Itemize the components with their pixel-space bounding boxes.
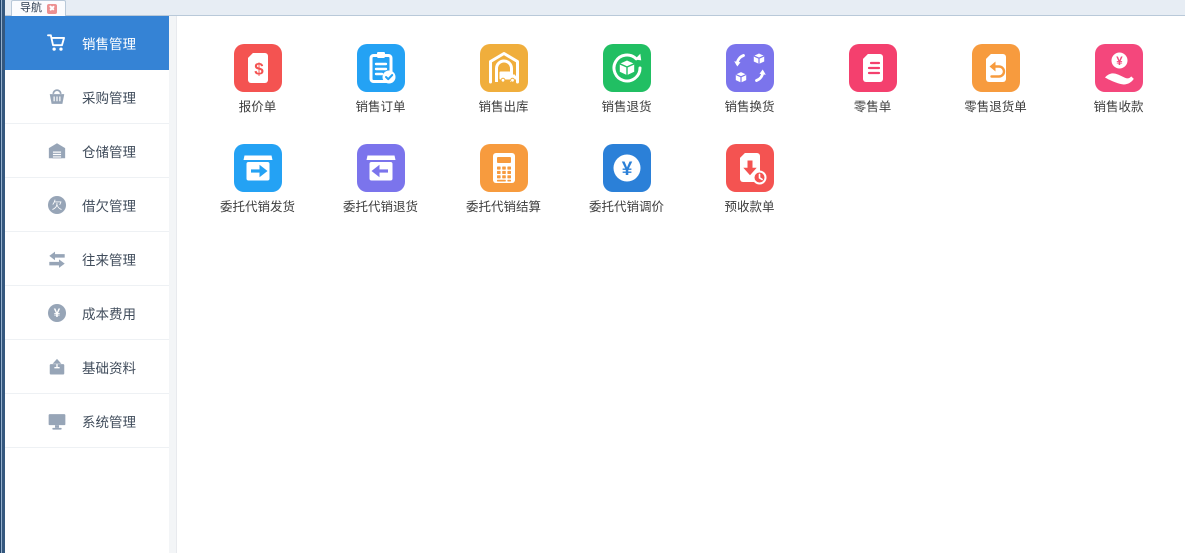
main-content: $ 报价单 销售订单 [177, 16, 1185, 553]
box-arrow-right-icon [234, 144, 282, 192]
tile-retail-return[interactable]: 零售退货单 [934, 44, 1057, 115]
doc-lines-icon [849, 44, 897, 92]
tile-label: 零售单 [854, 99, 892, 115]
tile-consignment-ship[interactable]: 委托代销发货 [196, 144, 319, 215]
tab-bar: 导航 [5, 0, 1185, 16]
tile-label: 销售订单 [355, 99, 405, 115]
sidebar-item-label: 基础资料 [82, 357, 136, 377]
sidebar: 销售管理 采购管理 仓储管理 欠 借欠管理 [5, 16, 169, 553]
transfer-arrows-icon [46, 248, 68, 270]
tile-sales-return[interactable]: 销售退货 [565, 44, 688, 115]
clipboard-check-icon [357, 44, 405, 92]
sidebar-splitter[interactable] [169, 16, 177, 553]
sidebar-item-purchase-management[interactable]: 采购管理 [5, 70, 169, 124]
tile-advance-receipt[interactable]: 预收款单 [688, 144, 811, 215]
tile-label: 销售出库 [478, 99, 528, 115]
tile-label: 委托代销发货 [220, 199, 295, 215]
sidebar-item-label: 系统管理 [82, 411, 136, 431]
tab-navigation[interactable]: 导航 [11, 0, 66, 16]
box-return-icon [603, 44, 651, 92]
tile-retail-order[interactable]: 零售单 [811, 44, 934, 115]
sidebar-item-sales-management[interactable]: 销售管理 [5, 16, 169, 70]
yen-circle-icon: ¥ [603, 144, 651, 192]
tile-label: 销售收款 [1093, 99, 1143, 115]
tile-label: 预收款单 [724, 199, 774, 215]
tile-quotation[interactable]: $ 报价单 [196, 44, 319, 115]
tile-sales-outbound[interactable]: 销售出库 [442, 44, 565, 115]
sidebar-item-system-management[interactable]: 系统管理 [5, 394, 169, 448]
svg-text:$: $ [254, 60, 264, 79]
basket-icon [46, 86, 68, 108]
svg-text:¥: ¥ [621, 159, 632, 180]
tile-sales-exchange[interactable]: 销售换货 [688, 44, 811, 115]
svg-text:欠: 欠 [52, 198, 62, 211]
tile-sales-order[interactable]: 销售订单 [319, 44, 442, 115]
warehouse-truck-icon [480, 44, 528, 92]
sidebar-item-label: 销售管理 [82, 33, 136, 53]
doc-down-clock-icon [726, 144, 774, 192]
sidebar-item-contacts-management[interactable]: 往来管理 [5, 232, 169, 286]
tile-label: 销售退货 [601, 99, 651, 115]
tile-consignment-return[interactable]: 委托代销退货 [319, 144, 442, 215]
hand-coin-icon: ¥ [1095, 44, 1143, 92]
calculator-icon [480, 144, 528, 192]
tile-label: 报价单 [239, 99, 277, 115]
tile-label: 销售换货 [724, 99, 774, 115]
tile-sales-collection[interactable]: ¥ 销售收款 [1057, 44, 1180, 115]
tile-label: 委托代销退货 [343, 199, 418, 215]
sidebar-item-label: 往来管理 [82, 249, 136, 269]
sidebar-item-basic-data[interactable]: 基础资料 [5, 340, 169, 394]
yen-coin-icon: ¥ [46, 302, 68, 324]
box-arrow-left-icon [357, 144, 405, 192]
sidebar-item-label: 借欠管理 [82, 195, 136, 215]
tile-consignment-settle[interactable]: 委托代销结算 [442, 144, 565, 215]
warehouse-icon [46, 140, 68, 162]
doc-dollar-icon: $ [234, 44, 282, 92]
tile-label: 委托代销调价 [589, 199, 664, 215]
svg-text:¥: ¥ [1116, 56, 1123, 68]
doc-undo-icon [972, 44, 1020, 92]
tile-label: 零售退货单 [964, 99, 1027, 115]
debt-circle-icon: 欠 [46, 194, 68, 216]
app-tile-grid: $ 报价单 销售订单 [177, 16, 1180, 244]
cart-icon [46, 32, 68, 54]
package-icon [46, 356, 68, 378]
tile-consignment-reprice[interactable]: ¥ 委托代销调价 [565, 144, 688, 215]
sidebar-item-debt-management[interactable]: 欠 借欠管理 [5, 178, 169, 232]
svg-text:¥: ¥ [54, 308, 61, 320]
sidebar-item-warehouse-management[interactable]: 仓储管理 [5, 124, 169, 178]
sidebar-item-label: 成本费用 [82, 303, 136, 323]
tile-label: 委托代销结算 [466, 199, 541, 215]
tab-label: 导航 [20, 3, 42, 14]
sidebar-item-label: 仓储管理 [82, 141, 136, 161]
boxes-swap-icon [726, 44, 774, 92]
sidebar-item-cost-expense[interactable]: ¥ 成本费用 [5, 286, 169, 340]
sidebar-item-label: 采购管理 [82, 87, 136, 107]
monitor-icon [46, 410, 68, 432]
close-icon[interactable] [47, 4, 57, 14]
